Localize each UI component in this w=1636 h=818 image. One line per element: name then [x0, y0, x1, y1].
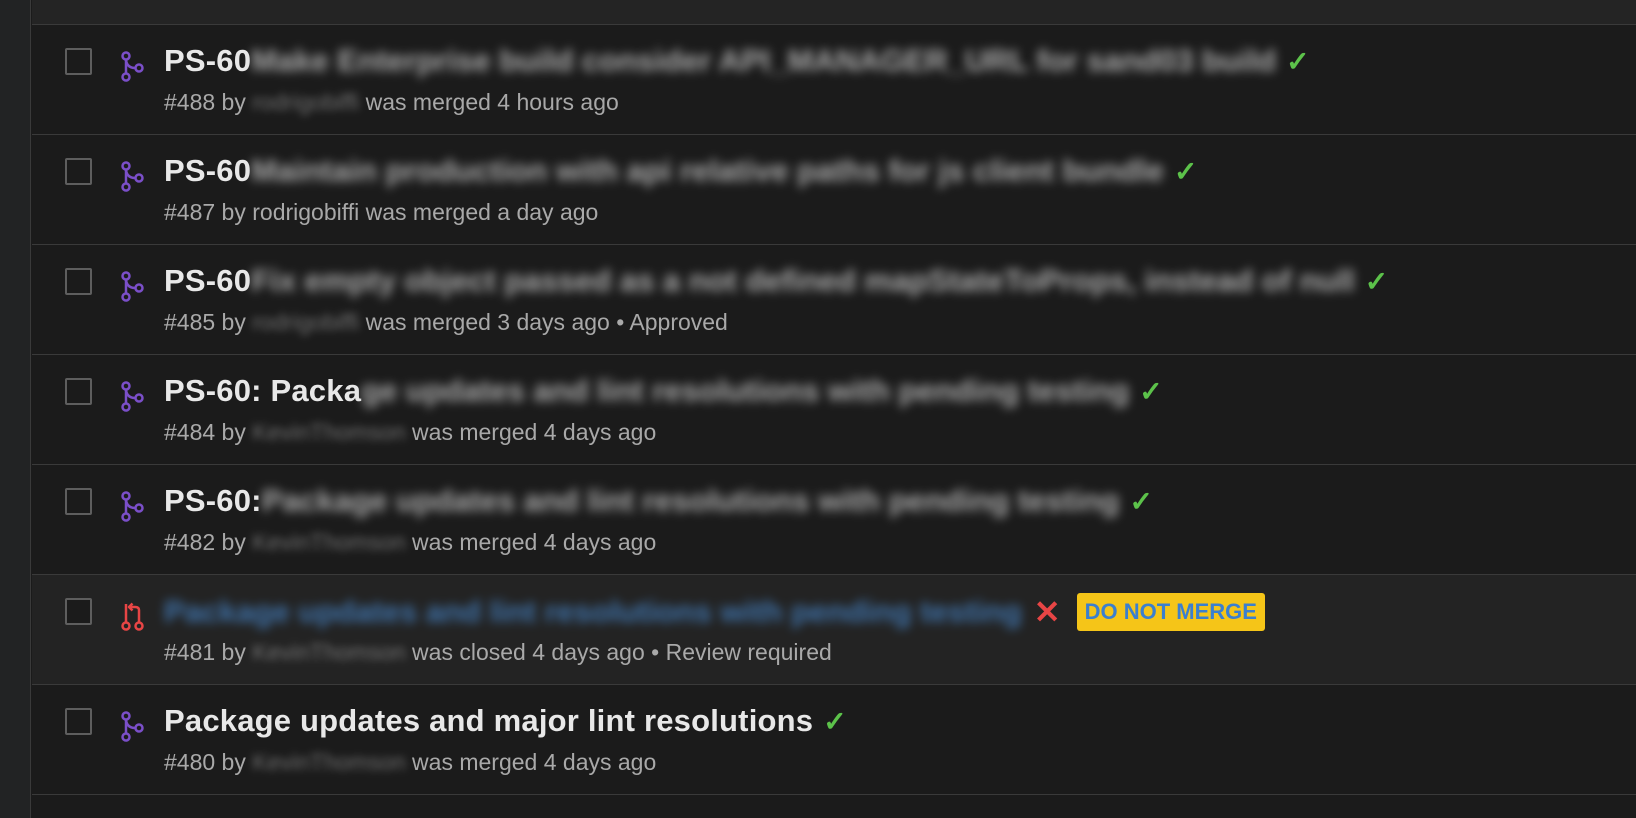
pr-title-link[interactable]: PS-60: [164, 263, 251, 299]
select-checkbox[interactable]: [65, 48, 92, 75]
pr-title-link[interactable]: PS-60:: [164, 483, 262, 519]
status-text: was merged a day ago: [359, 199, 599, 225]
merged-icon: [121, 381, 144, 412]
pr-title-link[interactable]: PS-60: [164, 43, 251, 79]
pr-meta: #482 by KevinThomson was merged 4 days a…: [164, 529, 656, 556]
list-header-strip: [32, 0, 1636, 25]
pr-title-link[interactable]: Package updates and major lint resolutio…: [164, 703, 813, 739]
by-text: by: [215, 749, 253, 775]
ci-success-icon[interactable]: ✓: [1139, 375, 1162, 408]
pull-request-row[interactable]: PS-60 Fix empty object passed as a not d…: [32, 245, 1636, 355]
author-link[interactable]: rodrigobiffi: [252, 199, 359, 225]
by-text: by: [215, 419, 253, 445]
do-not-merge-label[interactable]: DO NOT MERGE: [1076, 593, 1265, 631]
status-text: was merged 3 days ago: [359, 309, 610, 335]
pr-meta: #484 by KevinThomson was merged 4 days a…: [164, 419, 656, 446]
pr-meta: #480 by KevinThomson was merged 4 days a…: [164, 749, 656, 776]
pr-number[interactable]: #488: [164, 89, 215, 115]
pr-title-redacted[interactable]: Package updates and lint resolutions wit…: [262, 483, 1120, 519]
by-text: by: [215, 309, 253, 335]
status-text: was closed 4 days ago: [405, 639, 645, 665]
pr-title-link[interactable]: PS-60: [164, 153, 251, 189]
pr-title-redacted[interactable]: ge updates and lint resolutions with pen…: [361, 373, 1129, 409]
pull-request-row[interactable]: PS-60: Package updates and lint resoluti…: [32, 465, 1636, 575]
author-link[interactable]: KevinThomson: [252, 749, 405, 775]
pull-request-row[interactable]: PS-60: Packa ge updates and lint resolut…: [32, 355, 1636, 465]
status-text: was merged 4 days ago: [405, 529, 657, 555]
merged-icon: [121, 491, 144, 522]
select-checkbox[interactable]: [65, 488, 92, 515]
pr-number[interactable]: #481: [164, 639, 215, 665]
merged-icon: [121, 271, 144, 302]
pull-request-row[interactable]: Package updates and lint resolutions wit…: [32, 575, 1636, 685]
pr-number[interactable]: #485: [164, 309, 215, 335]
merged-icon: [121, 161, 144, 192]
select-checkbox[interactable]: [65, 378, 92, 405]
left-gutter: [0, 0, 31, 818]
pull-request-list: PS-60 Make Enterprise build consider API…: [32, 0, 1636, 818]
pr-title-redacted[interactable]: Fix empty object passed as a not defined…: [251, 263, 1355, 299]
pr-title-redacted[interactable]: Maintain production with api relative pa…: [251, 153, 1164, 189]
by-text: by: [215, 199, 253, 225]
ci-success-icon[interactable]: ✓: [823, 705, 846, 738]
ci-failure-icon[interactable]: ✕: [1034, 593, 1061, 631]
merged-icon: [121, 51, 144, 82]
ci-success-icon[interactable]: ✓: [1365, 265, 1388, 298]
author-link[interactable]: KevinThomson: [252, 529, 405, 555]
select-checkbox[interactable]: [65, 598, 92, 625]
select-checkbox[interactable]: [65, 158, 92, 185]
status-text: was merged 4 days ago: [405, 749, 657, 775]
review-status[interactable]: • Approved: [610, 309, 728, 335]
author-link[interactable]: rodrigobiffi: [252, 89, 359, 115]
pr-meta: #488 by rodrigobiffi was merged 4 hours …: [164, 89, 619, 116]
pr-number[interactable]: #487: [164, 199, 215, 225]
select-checkbox[interactable]: [65, 268, 92, 295]
by-text: by: [215, 639, 253, 665]
pr-number[interactable]: #482: [164, 529, 215, 555]
pull-request-row[interactable]: PS-60 Maintain production with api relat…: [32, 135, 1636, 245]
pr-meta: #487 by rodrigobiffi was merged a day ag…: [164, 199, 598, 226]
review-status[interactable]: • Review required: [645, 639, 832, 665]
pr-number[interactable]: #480: [164, 749, 215, 775]
pull-request-list-page: PS-60 Make Enterprise build consider API…: [0, 0, 1636, 818]
status-text: was merged 4 days ago: [405, 419, 657, 445]
author-link[interactable]: rodrigobiffi: [252, 309, 359, 335]
pull-request-row[interactable]: PS-60 Make Enterprise build consider API…: [32, 25, 1636, 135]
author-link[interactable]: KevinThomson: [252, 639, 405, 665]
pr-title-link[interactable]: PS-60: Packa: [164, 373, 361, 409]
ci-success-icon[interactable]: ✓: [1129, 485, 1152, 518]
pr-title-redacted[interactable]: Package updates and lint resolutions wit…: [164, 594, 1022, 630]
status-text: was merged 4 hours ago: [359, 89, 619, 115]
ci-success-icon[interactable]: ✓: [1174, 155, 1197, 188]
closed-pull-request-icon: [121, 602, 144, 631]
by-text: by: [215, 529, 253, 555]
select-checkbox[interactable]: [65, 708, 92, 735]
merged-icon: [121, 711, 144, 742]
pr-meta: #485 by rodrigobiffi was merged 3 days a…: [164, 309, 728, 336]
pr-number[interactable]: #484: [164, 419, 215, 445]
author-link[interactable]: KevinThomson: [252, 419, 405, 445]
ci-success-icon[interactable]: ✓: [1286, 45, 1309, 78]
pr-title-redacted[interactable]: Make Enterprise build consider API_MANAG…: [251, 43, 1276, 79]
pull-request-row[interactable]: Package updates and major lint resolutio…: [32, 685, 1636, 795]
pr-meta: #481 by KevinThomson was closed 4 days a…: [164, 639, 832, 666]
by-text: by: [215, 89, 253, 115]
